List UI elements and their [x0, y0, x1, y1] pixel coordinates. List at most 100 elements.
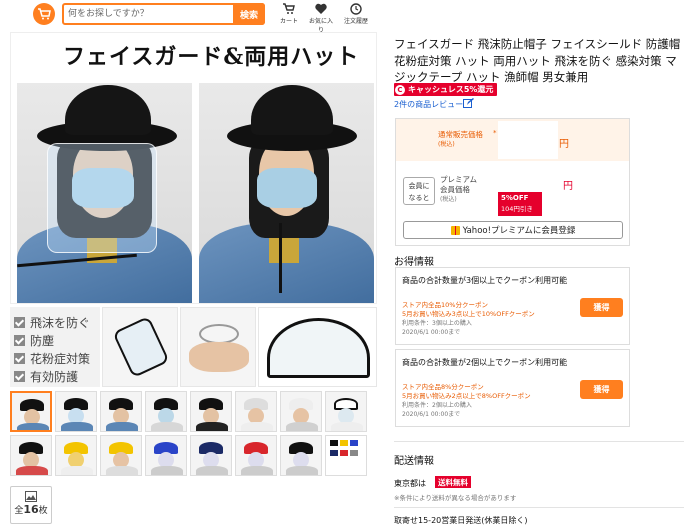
feature-label: 有効防護	[30, 369, 79, 384]
coupon-expiry: 2020/6/1 00:00まで	[402, 328, 461, 336]
feature-image-shield-roll	[180, 307, 256, 387]
coupon-desc-line1: ストア内全品10%分クーポン	[402, 301, 488, 309]
feature-item: 防塵	[14, 331, 100, 349]
premium-label-line2: 会員価格	[440, 185, 470, 194]
thumbnail[interactable]	[100, 391, 142, 432]
coupon-desc-line2: 5月お買い物込み2点以上で8%OFFクーポン	[402, 392, 531, 400]
cashback-icon: C	[395, 84, 405, 95]
feature-panel: 飛沫を防ぐ 防塵 花粉症対策 有効防護	[10, 307, 377, 387]
discount-amount: 104円引き	[501, 205, 533, 213]
feature-item: 飛沫を防ぐ	[14, 313, 100, 331]
coupon-card: 商品の合計数量が2個以上でクーポン利用可能 ストア内全品8%分クーポン 5月お買…	[395, 349, 630, 427]
thumbnail[interactable]	[235, 391, 277, 432]
image-count: 16	[23, 503, 39, 516]
shipping-note: ※条件により送料が異なる場合があります	[394, 494, 517, 502]
coupon-condition: 利用条件：2個以上の購入	[402, 402, 472, 409]
shipping-heading: 配送情報	[394, 456, 434, 467]
coupon-desc: ストア内全品8%分クーポン 5月お買い物込み2点以上で8%OFFクーポン	[402, 383, 531, 401]
premium-price-label: プレミアム 会員価格 (税込)	[440, 175, 477, 205]
price-redacted	[498, 121, 558, 159]
thumbnail[interactable]	[280, 435, 322, 476]
thumbnail[interactable]	[235, 435, 277, 476]
get-coupon-button[interactable]: 獲得	[580, 380, 623, 399]
coupon-desc: ストア内全品10%分クーポン 5月お買い物込み3点以上で10%OFFクーポン	[402, 301, 535, 319]
normal-price: 通常販売価格 (税込) * 円	[396, 119, 629, 161]
price-box: 通常販売価格 (税込) * 円 会員に なると プレミアム 会員価格 (税込) …	[395, 118, 630, 246]
feature-list: 飛沫を防ぐ 防塵 花粉症対策 有効防護	[10, 307, 100, 387]
member-chip: 会員に なると	[403, 177, 435, 205]
thumbnail[interactable]	[280, 391, 322, 432]
divider	[394, 507, 684, 508]
checkbox-icon	[14, 316, 25, 328]
edit-review-icon[interactable]	[463, 98, 474, 109]
main-product-image[interactable]: フェイスガード&両用ハット	[10, 32, 377, 304]
feature-item: 花粉症対策	[14, 349, 100, 367]
thumbnail[interactable]	[10, 435, 52, 476]
search-input[interactable]	[68, 6, 233, 22]
discount-percent: 5%OFF	[501, 194, 529, 202]
search-box: 検索	[62, 3, 265, 25]
thumbnail[interactable]	[145, 435, 187, 476]
coupon-title: 商品の合計数量が3個以上でクーポン利用可能	[402, 276, 568, 285]
free-shipping-badge: 送料無料	[435, 476, 471, 488]
image-count-suffix: 枚	[38, 506, 48, 516]
thumbnail[interactable]	[325, 435, 367, 476]
heart-icon	[315, 3, 327, 14]
cashback-label: キャッシュレス5%還元	[408, 85, 494, 94]
header: 検索 カート お気に入り 注文履歴	[0, 0, 700, 34]
feature-image-shield-flat	[258, 307, 377, 387]
normal-price-tax: (税込)	[438, 141, 455, 148]
nav-order-history-label: 注文履歴	[343, 18, 368, 25]
feature-image-shield-hand	[102, 307, 178, 387]
nav-favorites[interactable]: お気に入り	[307, 3, 335, 34]
coupon-meta: 利用条件：3個以上の購入 2020/6/1 00:00まで	[402, 320, 472, 337]
deals-heading: お得情報	[394, 257, 434, 268]
clock-icon	[350, 3, 362, 15]
normal-price-yen: 円	[559, 139, 569, 150]
coupon-desc-line2: 5月お買い物込み3点以上で10%OFFクーポン	[402, 310, 535, 318]
thumbnail[interactable]	[100, 435, 142, 476]
feature-label: 飛沫を防ぐ	[30, 315, 91, 330]
shipping-days: 取寄せ15-20営業日発送(休業日除く)	[394, 516, 528, 525]
all-images-button[interactable]: 全16枚	[10, 486, 52, 524]
premium-label-line1: プレミアム	[440, 175, 477, 184]
cashback-badge: C キャッシュレス5%還元	[394, 83, 498, 96]
model-photo-left	[17, 83, 192, 303]
coupon-card: 商品の合計数量が3個以上でクーポン利用可能 ストア内全品10%分クーポン 5月お…	[395, 267, 630, 345]
coupon-desc-line1: ストア内全品8%分クーポン	[402, 383, 484, 391]
cart-icon	[283, 3, 295, 14]
discount-badge: 5%OFF 104円引き	[498, 192, 542, 216]
image-count-prefix: 全	[14, 506, 24, 516]
search-button[interactable]: 検索	[233, 3, 265, 25]
checkbox-icon	[14, 334, 25, 346]
coupon-expiry: 2020/6/1 00:00まで	[402, 410, 461, 418]
premium-price-yen: 円	[563, 181, 573, 192]
thumbnail[interactable]	[325, 391, 367, 432]
thumbnail[interactable]	[10, 391, 52, 432]
premium-register-label: Yahoo!プレミアムに会員登録	[462, 226, 576, 236]
thumbnail[interactable]	[55, 391, 97, 432]
nav-cart-label: カート	[279, 18, 298, 25]
premium-label-tax: (税込)	[440, 196, 457, 203]
thumbnail-grid	[10, 391, 377, 479]
checkbox-icon	[14, 352, 25, 364]
thumbnail[interactable]	[55, 435, 97, 476]
divider	[394, 441, 684, 442]
review-link[interactable]: 2件の商品レビュー	[394, 99, 463, 110]
main-image-title: フェイスガード&両用ハット	[63, 44, 360, 70]
product-title: フェイスガード 飛沫防止帽子 フェイスシールド 防護帽 花粉症対策 ハット 両用…	[394, 37, 681, 84]
premium-register-button[interactable]: Yahoo!プレミアムに会員登録	[403, 221, 623, 239]
thumbnail[interactable]	[145, 391, 187, 432]
feature-label: 防塵	[30, 333, 55, 348]
shopping-cart-logo-icon[interactable]	[33, 3, 55, 25]
coupon-meta: 利用条件：2個以上の購入 2020/6/1 00:00まで	[402, 402, 472, 419]
thumbnail[interactable]	[190, 435, 232, 476]
feature-item: 有効防護	[14, 367, 100, 385]
nav-cart[interactable]: カート	[275, 3, 303, 25]
model-photo-right	[199, 83, 374, 303]
get-coupon-button[interactable]: 獲得	[580, 298, 623, 317]
checkbox-icon	[14, 370, 25, 382]
nav-order-history[interactable]: 注文履歴	[342, 3, 370, 25]
thumbnail[interactable]	[190, 391, 232, 432]
feature-label: 花粉症対策	[30, 351, 91, 366]
